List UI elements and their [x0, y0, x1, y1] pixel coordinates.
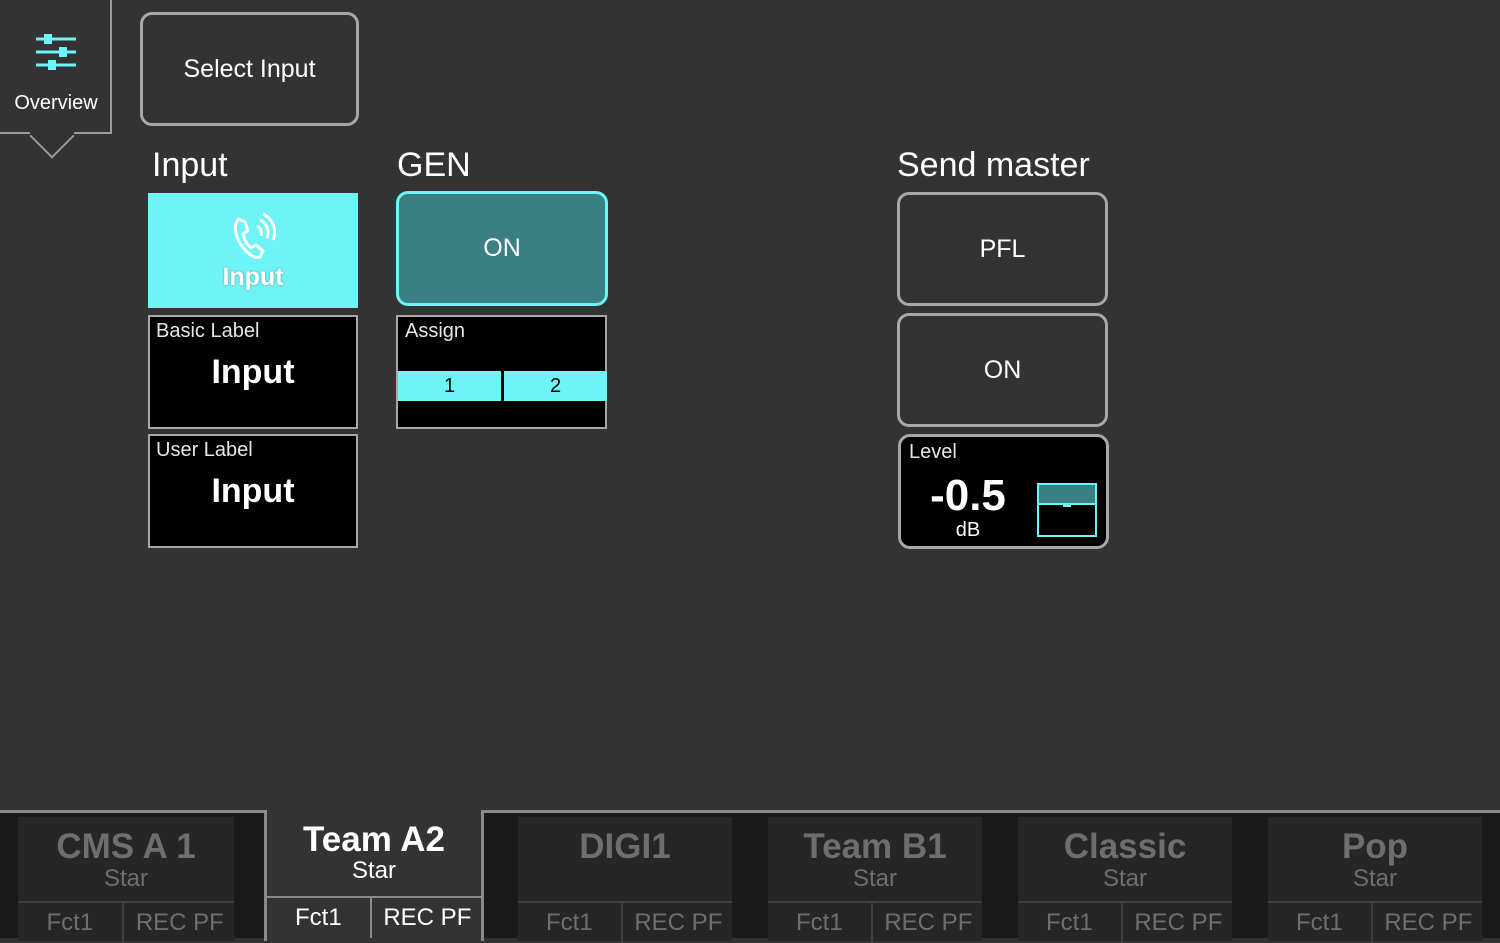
level-value: -0.5 [930, 471, 1006, 520]
gen-on-button[interactable]: ON [396, 191, 608, 306]
tab-sub: Star [103, 865, 148, 892]
tab-pop[interactable]: Pop Star Fct1 REC PF [1250, 813, 1500, 943]
tab-name: Team B1 [803, 827, 947, 866]
tab-team-b1[interactable]: Team B1 Star Fct1 REC PF [750, 813, 1000, 943]
tab-cms-a-1[interactable]: CMS A 1 Star Fct1 REC PF [0, 813, 266, 943]
basic-label-value: Input [211, 353, 295, 391]
user-label-caption: User Label [156, 439, 253, 461]
assign-box[interactable]: Assign 1 2 [396, 315, 607, 429]
tab-rec-pf[interactable]: REC PF [620, 903, 734, 943]
tab-sub: Star [351, 857, 396, 884]
tab-team-a2[interactable]: Team A2 Star Fct1 REC PF [264, 810, 484, 941]
tab-name: DIGI1 [579, 827, 671, 866]
tab-name: CMS A 1 [56, 827, 196, 866]
send-master-title: Send master [897, 146, 1090, 184]
user-label-box[interactable]: User Label Input [148, 434, 358, 548]
channel-tab-bar: CMS A 1 Star Fct1 REC PF Team A2 Star Fc… [0, 810, 1500, 943]
overview-tab-pointer [29, 113, 75, 159]
tab-name: Classic [1063, 827, 1187, 866]
assign-caption: Assign [405, 320, 466, 342]
tab-fct1[interactable]: Fct1 [768, 903, 871, 943]
input-tile-label: Input [222, 263, 284, 291]
user-label-value: Input [211, 472, 295, 510]
tab-name: Team A2 [303, 820, 445, 859]
assign-slot-1[interactable]: 1 [398, 371, 501, 401]
basic-label-caption: Basic Label [156, 320, 260, 342]
overview-label: Overview [14, 92, 98, 114]
level-fader-icon [1037, 483, 1097, 537]
tab-rec-pf[interactable]: REC PF [1120, 903, 1234, 943]
tab-rec-pf[interactable]: REC PF [121, 903, 236, 943]
input-tile[interactable]: Input [148, 193, 358, 308]
tab-rec-pf[interactable]: REC PF [870, 903, 984, 943]
assign-slot-2[interactable]: 2 [504, 371, 607, 401]
tab-rec-pf[interactable]: REC PF [369, 898, 483, 938]
gen-section-title: GEN [397, 146, 471, 184]
tab-classic[interactable]: Classic Star Fct1 REC PF [1000, 813, 1250, 943]
tab-fct1[interactable]: Fct1 [518, 903, 621, 943]
tab-sub: Star [1352, 865, 1397, 892]
tab-sub: Star [1102, 865, 1147, 892]
tab-sub: Star [852, 865, 897, 892]
input-section-title: Input [152, 146, 228, 184]
level-unit: dB [955, 519, 981, 541]
level-box[interactable]: Level -0.5 dB [898, 434, 1109, 549]
basic-label-box[interactable]: Basic Label Input [148, 315, 358, 429]
tab-name: Pop [1341, 827, 1409, 866]
pfl-button[interactable]: PFL [897, 192, 1108, 306]
tab-fct1[interactable]: Fct1 [18, 903, 122, 943]
overview-tab[interactable]: Overview [0, 0, 112, 159]
sliders-icon [36, 34, 76, 70]
tab-digi1[interactable]: DIGI1 Fct1 REC PF [500, 813, 750, 943]
tab-fct1[interactable]: Fct1 [1268, 903, 1371, 943]
tab-rec-pf[interactable]: REC PF [1370, 903, 1484, 943]
send-master-on-button[interactable]: ON [897, 313, 1108, 427]
level-caption: Level [909, 441, 957, 463]
phone-ringing-icon [233, 213, 276, 259]
select-input-button[interactable]: Select Input [140, 12, 359, 126]
tab-fct1[interactable]: Fct1 [267, 898, 370, 938]
tab-fct1[interactable]: Fct1 [1018, 903, 1121, 943]
